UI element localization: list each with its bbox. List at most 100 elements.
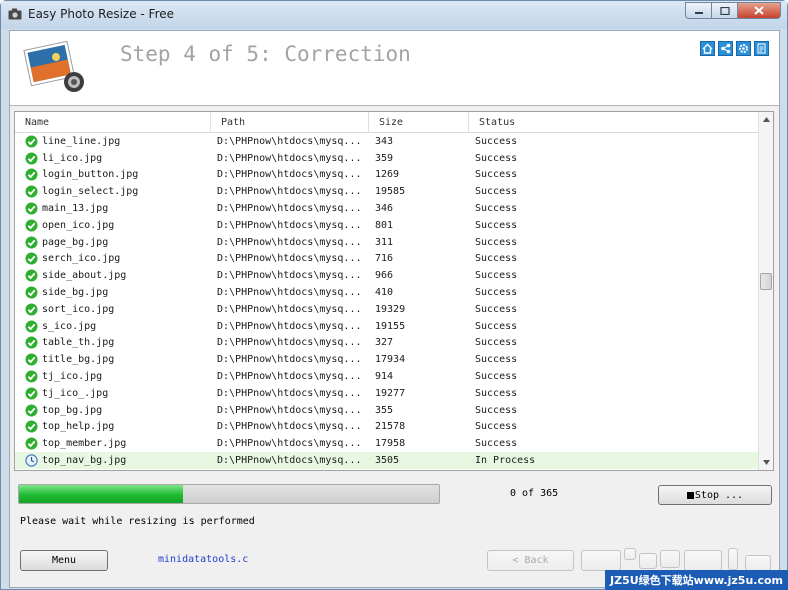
file-name: main_13.jpg (42, 203, 109, 215)
table-row[interactable]: top_nav_bg.jpg D:\PHPnow\htdocs\mysq... 35… (15, 452, 759, 469)
file-list-scrollbar[interactable] (758, 112, 773, 470)
wizard-header: Step 4 of 5: Correction (10, 31, 779, 106)
cell-size: 346 (375, 203, 394, 215)
success-check-icon (25, 135, 38, 148)
cell-status: Success (475, 253, 518, 265)
maximize-button[interactable] (711, 2, 737, 19)
table-row[interactable]: login_button.jpg D:\PHPnow\htdocs\mysq...… (15, 167, 759, 184)
table-row[interactable]: side_about.jpg D:\PHPnow\htdocs\mysq... 96… (15, 267, 759, 284)
footer-button-small[interactable] (728, 548, 738, 570)
file-name: page_bg.jpg (42, 236, 109, 248)
cell-size: 311 (375, 236, 394, 248)
table-row[interactable]: login_select.jpg D:\PHPnow\htdocs\mysq...… (15, 183, 759, 200)
table-row[interactable]: top_member.jpg D:\PHPnow\htdocs\mysq... 17… (15, 435, 759, 452)
info-button[interactable] (754, 41, 769, 56)
cell-name: sort_ico.jpg (15, 303, 211, 316)
success-check-icon (25, 420, 38, 433)
share-button[interactable] (718, 41, 733, 56)
file-name: table_th.jpg (42, 337, 115, 349)
back-button[interactable]: < Back (487, 550, 574, 571)
column-header-name[interactable]: Name (15, 112, 211, 133)
table-row[interactable]: main_13.jpg D:\PHPnow\htdocs\mysq... 346 Su… (15, 200, 759, 217)
footer-button-small[interactable] (660, 550, 680, 568)
cell-status: Success (475, 337, 518, 349)
client-area: Step 4 of 5: Correction Name Path Size S… (9, 30, 780, 588)
website-link[interactable]: minidatatools.c (158, 554, 248, 565)
cell-path: D:\PHPnow\htdocs\mysq... (217, 320, 362, 332)
table-row[interactable]: tj_ico.jpg D:\PHPnow\htdocs\mysq... 914 Suc… (15, 368, 759, 385)
share-icon (721, 43, 731, 54)
cell-size: 410 (375, 287, 394, 299)
cell-name: top_member.jpg (15, 437, 211, 450)
cell-size: 343 (375, 135, 394, 147)
file-name: top_nav_bg.jpg (42, 455, 127, 467)
table-row[interactable]: title_bg.jpg D:\PHPnow\htdocs\mysq... 1793… (15, 351, 759, 368)
stop-button-label: Stop ... (694, 489, 744, 501)
table-row[interactable]: top_bg.jpg D:\PHPnow\htdocs\mysq... 355 Suc… (15, 402, 759, 419)
maximize-icon (719, 6, 730, 15)
window-title: Easy Photo Resize - Free (28, 7, 175, 21)
scroll-thumb[interactable] (760, 273, 772, 290)
cell-status: Success (475, 387, 518, 399)
home-button[interactable] (700, 41, 715, 56)
table-row[interactable]: s_ico.jpg D:\PHPnow\htdocs\mysq... 19155 Su… (15, 318, 759, 335)
table-row[interactable]: side_bg.jpg D:\PHPnow\htdocs\mysq... 410 Su… (15, 284, 759, 301)
cell-path: D:\PHPnow\htdocs\mysq... (217, 152, 362, 164)
menu-button[interactable]: Menu (20, 550, 108, 571)
cell-status: Success (475, 152, 518, 164)
next-button[interactable] (581, 550, 621, 571)
header-toolbar (700, 41, 769, 56)
cell-size: 19329 (375, 303, 406, 315)
table-row[interactable]: tj_ico_.jpg D:\PHPnow\htdocs\mysq... 19277… (15, 385, 759, 402)
cell-status: Success (475, 219, 518, 231)
watermark: JZ5U绿色下载站www.jz5u.com (605, 570, 788, 590)
file-name: line_line.jpg (42, 135, 121, 147)
app-window: Easy Photo Resize - Free Step 4 of 5: Co… (0, 0, 788, 590)
table-row[interactable]: li_ico.jpg D:\PHPnow\htdocs\mysq... 359 Suc… (15, 150, 759, 167)
cell-path: D:\PHPnow\htdocs\mysq... (217, 421, 362, 433)
cell-size: 359 (375, 152, 394, 164)
table-row[interactable]: sort_ico.jpg D:\PHPnow\htdocs\mysq... 1932… (15, 301, 759, 318)
success-check-icon (25, 252, 38, 265)
table-row[interactable]: open_ico.jpg D:\PHPnow\htdocs\mysq... 801 S… (15, 217, 759, 234)
gear-icon (739, 44, 748, 53)
file-name: title_bg.jpg (42, 354, 115, 366)
file-name: serch_ico.jpg (42, 253, 121, 265)
footer-button-small[interactable] (639, 553, 657, 569)
scroll-up-button[interactable] (759, 112, 773, 127)
success-check-icon (25, 219, 38, 232)
cell-path: D:\PHPnow\htdocs\mysq... (217, 371, 362, 383)
cell-status: Success (475, 186, 518, 198)
file-name: side_bg.jpg (42, 287, 109, 299)
cell-path: D:\PHPnow\htdocs\mysq... (217, 169, 362, 181)
title-bar[interactable]: Easy Photo Resize - Free (1, 1, 787, 29)
column-header-path[interactable]: Path (211, 112, 369, 133)
table-row[interactable]: top_help.jpg D:\PHPnow\htdocs\mysq... 2157… (15, 419, 759, 436)
scroll-down-button[interactable] (759, 455, 773, 470)
column-header-size[interactable]: Size (369, 112, 469, 133)
table-row[interactable]: table_th.jpg D:\PHPnow\htdocs\mysq... 327 S… (15, 335, 759, 352)
footer-button-small[interactable] (745, 555, 771, 571)
close-icon (754, 6, 764, 15)
success-check-icon (25, 168, 38, 181)
file-list[interactable]: Name Path Size Status line_line.jpg D:\PH… (14, 111, 774, 471)
cancel-button[interactable] (684, 550, 722, 571)
file-list-header: Name Path Size Status (15, 112, 759, 133)
column-header-status[interactable]: Status (469, 112, 759, 133)
table-row[interactable]: line_line.jpg D:\PHPnow\htdocs\mysq... 343… (15, 133, 759, 150)
cell-status: Success (475, 287, 518, 299)
cell-status: In Process (475, 455, 536, 467)
home-icon (702, 43, 713, 54)
stop-button[interactable]: Stop ... (658, 485, 772, 505)
clock-icon (25, 454, 38, 467)
file-name: open_ico.jpg (42, 219, 115, 231)
table-row[interactable]: page_bg.jpg D:\PHPnow\htdocs\mysq... 311 Su… (15, 234, 759, 251)
close-button[interactable] (737, 2, 781, 19)
minimize-button[interactable] (685, 2, 711, 19)
cell-size: 21578 (375, 421, 406, 433)
settings-button[interactable] (736, 41, 751, 56)
file-name: login_select.jpg (42, 186, 139, 198)
footer-button-small[interactable] (624, 548, 636, 560)
table-row[interactable]: serch_ico.jpg D:\PHPnow\htdocs\mysq... 716… (15, 251, 759, 268)
success-check-icon (25, 370, 38, 383)
